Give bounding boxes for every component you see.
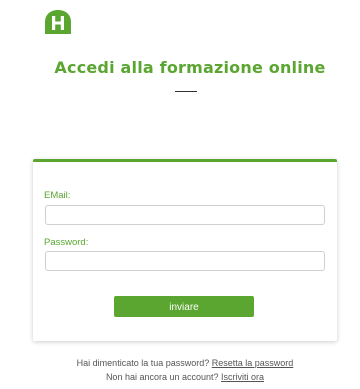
forgot-password-line: Hai dimenticato la tua password? Resetta… — [0, 356, 360, 370]
password-field[interactable] — [45, 251, 325, 271]
password-label: Password: — [44, 237, 89, 248]
login-card: EMail: Password: inviare — [33, 159, 337, 341]
title-divider — [175, 91, 197, 92]
login-page: Accedi alla formazione online EMail: Pas… — [0, 0, 360, 389]
email-field[interactable] — [45, 205, 325, 225]
page-title: Accedi alla formazione online — [54, 58, 326, 77]
signup-line: Non hai ancora un account? Iscriviti ora — [0, 370, 360, 384]
forgot-password-text: Hai dimenticato la tua password? — [76, 358, 210, 368]
submit-button[interactable]: inviare — [114, 296, 254, 317]
signup-text: Non hai ancora un account? — [105, 372, 219, 382]
footer-links: Hai dimenticato la tua password? Resetta… — [0, 356, 360, 384]
email-label: EMail: — [44, 190, 71, 201]
signup-link[interactable]: Iscriviti ora — [221, 372, 264, 382]
reset-password-link[interactable]: Resetta la password — [212, 358, 294, 368]
h-logo-icon — [44, 9, 72, 35]
